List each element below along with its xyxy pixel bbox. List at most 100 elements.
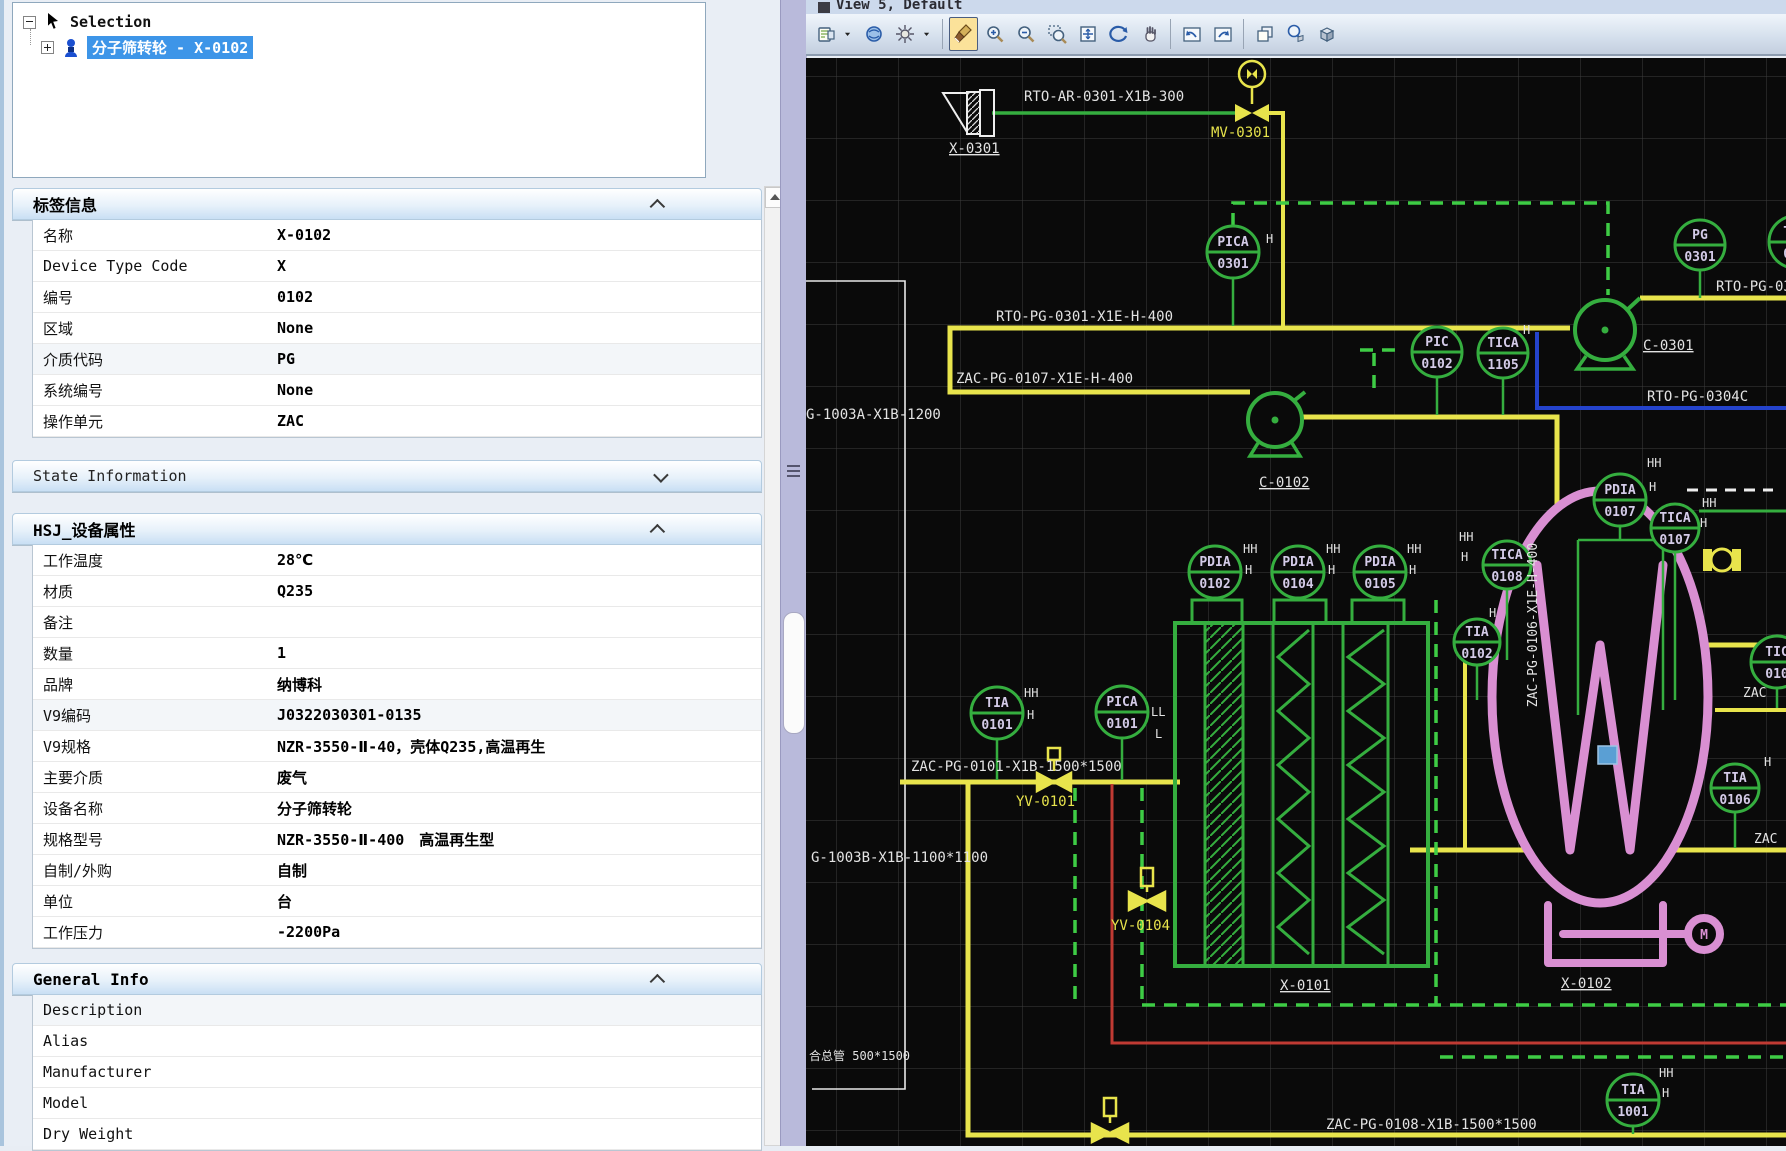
chevron-down-icon[interactable] <box>653 467 669 483</box>
property-row[interactable]: V9规格NZR-3550-Ⅱ-40，壳体Q235,高温再生 <box>33 731 761 762</box>
property-value: PG <box>277 350 757 368</box>
property-row[interactable]: 备注 <box>33 607 761 638</box>
zoom-window-icon[interactable] <box>1042 17 1071 51</box>
diagram-label: X-0102 <box>1561 976 1612 992</box>
bubble-text: TIC <box>1765 645 1786 660</box>
property-row[interactable]: Model <box>33 1088 761 1119</box>
instrument-bubble-tica-0107[interactable]: TICA0107 <box>1651 504 1699 552</box>
instrument-bubble-pdia-0102[interactable]: PDIA0102 <box>1189 546 1241 598</box>
lighting-icon[interactable] <box>890 17 919 51</box>
property-row[interactable]: 介质代码PG <box>33 344 761 375</box>
view-next-icon[interactable] <box>1208 17 1237 51</box>
splitter-grip-icon[interactable] <box>787 462 800 482</box>
model-browser-icon[interactable] <box>1312 17 1341 51</box>
panel-splitter[interactable] <box>780 0 807 1146</box>
property-row[interactable]: V9编码J0322030301-0135 <box>33 700 761 731</box>
property-row[interactable]: 工作压力-2200Pa <box>33 917 761 948</box>
diagram-label: ZAC <box>1754 832 1777 847</box>
property-row[interactable]: 工作温度28℃ <box>33 545 761 576</box>
property-label: 单位 <box>43 891 275 912</box>
instrument-bubble-tia-1001[interactable]: TIA1001 <box>1607 1074 1659 1126</box>
property-value: 台 <box>277 891 757 912</box>
instrument-bubble-pdia-0104[interactable]: PDIA0104 <box>1272 546 1324 598</box>
property-value: 0102 <box>277 288 757 306</box>
instrument-bubble-tica-1105[interactable]: TICA1105 <box>1478 328 1528 378</box>
property-label: 介质代码 <box>43 349 275 370</box>
layers-icon[interactable] <box>811 17 840 51</box>
instrument-bubble-pdia-0105[interactable]: PDIA0105 <box>1354 546 1406 598</box>
instrument-bubble-pica-0301[interactable]: PICA0301 <box>1207 226 1259 278</box>
instrument-bubble-pdia-0107[interactable]: PDIA0107 <box>1594 474 1646 526</box>
property-label: V9编码 <box>43 705 275 726</box>
view-previous-icon[interactable] <box>1177 17 1206 51</box>
view-title: View 5, Default <box>836 0 962 13</box>
view-scrollbar-thumb[interactable] <box>783 612 805 734</box>
view-panel: View 5, Default <box>806 0 1786 1146</box>
diagram-label: H <box>1649 480 1656 494</box>
diagram-label: H <box>1409 563 1416 577</box>
property-row[interactable]: 主要介质废气 <box>33 762 761 793</box>
bubble-text: TIA <box>985 696 1009 711</box>
property-row[interactable]: Manufacturer <box>33 1057 761 1088</box>
property-row[interactable]: Dry Weight <box>33 1119 761 1150</box>
bubble-text: PDIA <box>1199 555 1230 570</box>
section-header-hsj-props[interactable]: HSJ_设备属性 <box>12 513 762 545</box>
find-in-model-icon[interactable] <box>1281 17 1310 51</box>
section-header-tag-info[interactable]: 标签信息 <box>12 188 762 220</box>
property-row[interactable]: Description <box>33 995 761 1026</box>
dropdown-arrow-icon[interactable] <box>842 17 857 51</box>
property-row[interactable]: Alias <box>33 1026 761 1057</box>
pid-diagram[interactable]: M PICA0301PG0301TIC030PIC0102TICA1105PDI… <box>806 58 1786 1146</box>
zoom-extents-icon[interactable] <box>1073 17 1102 51</box>
property-label: 备注 <box>43 612 275 633</box>
zoom-out-icon[interactable] <box>1011 17 1040 51</box>
pid-canvas[interactable]: M PICA0301PG0301TIC030PIC0102TICA1105PDI… <box>806 58 1786 1146</box>
property-row[interactable]: 材质Q235 <box>33 576 761 607</box>
render-mode-icon[interactable] <box>859 17 888 51</box>
chevron-up-icon[interactable] <box>650 973 666 989</box>
diagram-label: ZAC <box>1743 686 1766 701</box>
instrument-bubble-tica-0108[interactable]: TICA0108 <box>1483 541 1531 589</box>
instrument-bubble-pg-0301[interactable]: PG0301 <box>1675 220 1725 270</box>
instrument-bubble-pic-0102[interactable]: PIC0102 <box>1412 327 1462 377</box>
instrument-bubble-tia-0102[interactable]: TIA0102 <box>1454 619 1500 665</box>
property-row[interactable]: 设备名称分子筛转轮 <box>33 793 761 824</box>
orbit-icon[interactable] <box>1104 17 1133 51</box>
property-row[interactable]: 品牌纳博科 <box>33 669 761 700</box>
section-header-general-info[interactable]: General Info <box>12 963 762 995</box>
instrument-bubble-tia-0106[interactable]: TIA0106 <box>1711 764 1759 812</box>
property-label: V9规格 <box>43 736 275 757</box>
property-row[interactable]: 区域None <box>33 313 761 344</box>
viewports-icon[interactable] <box>1250 17 1279 51</box>
property-row[interactable]: Device Type CodeX <box>33 251 761 282</box>
bubble-text: TICA <box>1491 548 1522 563</box>
instrument-bubble-pica-0101[interactable]: PICA0101 <box>1096 686 1148 738</box>
diagram-label: HH <box>1024 686 1038 700</box>
chevron-up-icon[interactable] <box>650 198 666 214</box>
property-row[interactable]: 规格型号NZR-3550-Ⅱ-400 高温再生型 <box>33 824 761 855</box>
diagram-label: H <box>1700 516 1707 530</box>
diagram-label: X-0101 <box>1280 978 1331 994</box>
dropdown-arrow-icon[interactable] <box>921 17 936 51</box>
select-paint-icon[interactable] <box>949 17 978 51</box>
property-row[interactable]: 自制/外购自制 <box>33 855 761 886</box>
property-row[interactable]: 数量1 <box>33 638 761 669</box>
diagram-label: LL <box>1151 705 1165 719</box>
section-header-state-info[interactable]: State Information <box>12 460 762 492</box>
property-row[interactable]: 操作单元ZAC <box>33 406 761 437</box>
property-row[interactable]: 系统编号None <box>33 375 761 406</box>
property-row[interactable]: 单位台 <box>33 886 761 917</box>
toolbar-separator <box>942 19 943 49</box>
chevron-up-icon[interactable] <box>650 523 666 539</box>
section-title: State Information <box>33 467 187 485</box>
instrument-bubble-tia-0101[interactable]: TIA0101 <box>971 687 1023 739</box>
selection-handle[interactable] <box>1598 746 1617 764</box>
diagram-label: H <box>1461 550 1468 564</box>
property-row[interactable]: 编号0102 <box>33 282 761 313</box>
diagram-label: H <box>1027 708 1034 722</box>
pan-icon[interactable] <box>1135 17 1164 51</box>
diagram-label: HH <box>1659 1066 1673 1080</box>
section-general-info: General InfoDescriptionAliasManufacturer… <box>12 963 762 1151</box>
property-row[interactable]: 名称X-0102 <box>33 220 761 251</box>
zoom-in-icon[interactable] <box>980 17 1009 51</box>
